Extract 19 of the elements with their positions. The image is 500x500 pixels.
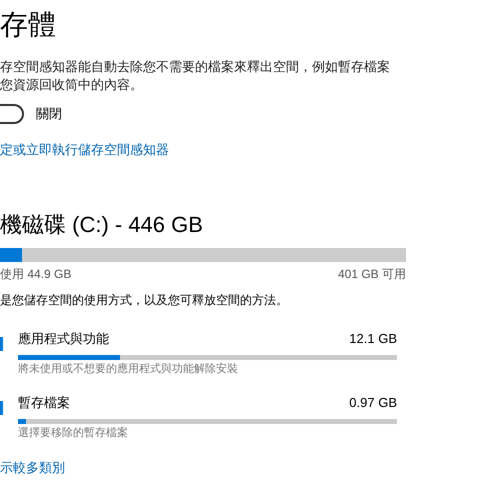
page-title: 存體 (0, 8, 57, 42)
category-size: 0.97 GB (349, 394, 397, 412)
free-label: 401 GB 可用 (338, 266, 406, 282)
configure-link[interactable]: 定或立即執行儲存空間感知器 (0, 140, 169, 160)
category-name[interactable]: 暫存檔案 (18, 393, 70, 413)
category-icon (0, 336, 3, 350)
toggle-label: 關閉 (36, 105, 62, 124)
toggle-switch[interactable] (0, 104, 24, 124)
description-line: 存空間感知器能自動去除您不需要的檔案來釋出空間，例如暫存檔案 (0, 58, 390, 76)
category-name[interactable]: 應用程式與功能 (18, 328, 109, 348)
category-hint: 將未使用或不想要的應用程式與功能解除安裝 (18, 362, 239, 376)
category-hint: 選擇要移除的暫存檔案 (18, 426, 129, 441)
usage-intro: 是您儲存空間的使用方式，以及您可釋放空間的方法。 (0, 292, 289, 308)
drive-title: 機磁碟 (C:) - 446 GB (0, 210, 204, 238)
used-label: 使用 44.9 GB (0, 266, 72, 282)
category-size: 12.1 GB (349, 330, 397, 348)
more-categories-link[interactable]: 示較多類別 (0, 458, 65, 477)
category-icon (0, 401, 3, 415)
description-line: 您資源回收筒中的內容。 (0, 76, 143, 94)
